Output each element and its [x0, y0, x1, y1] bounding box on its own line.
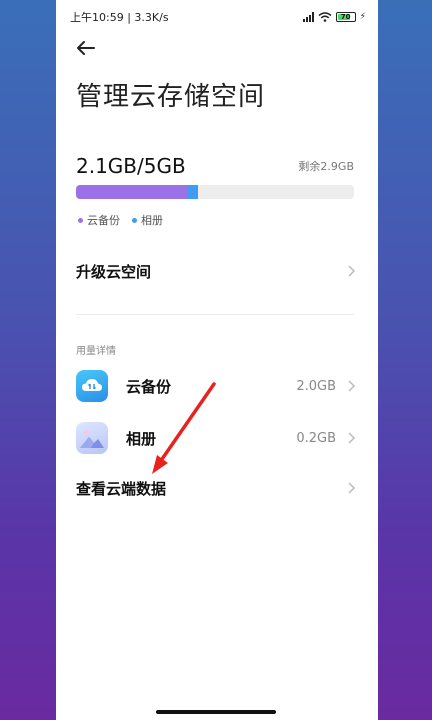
upgrade-label: 升级云空间 — [76, 262, 152, 281]
item-name-cloud-backup: 云备份 — [126, 377, 172, 396]
cloud-backup-icon — [76, 370, 108, 402]
legend-label-album: 相册 — [141, 214, 163, 227]
item-name-album: 相册 — [126, 429, 157, 448]
divider — [76, 314, 354, 315]
storage-remaining: 剩余2.9GB — [298, 160, 354, 173]
signal-icon — [302, 12, 314, 22]
view-cloud-data-label: 查看云端数据 — [76, 479, 167, 498]
item-size-album: 0.2GB — [296, 430, 336, 446]
status-right: 70 ⚡ — [302, 12, 366, 22]
battery-icon: 70 — [335, 12, 356, 22]
status-left: 上午10:59 | 3.3K/s — [70, 9, 169, 25]
chevron-right-icon — [348, 432, 356, 444]
chevron-right-icon — [348, 265, 356, 277]
storage-bar-album-segment — [187, 185, 199, 199]
status-bar: 上午10:59 | 3.3K/s 70 ⚡ — [56, 0, 378, 34]
charging-icon: ⚡ — [359, 12, 366, 22]
storage-bar-backup-segment — [76, 185, 188, 199]
wifi-icon — [318, 12, 332, 22]
storage-progress-bar — [76, 185, 354, 199]
section-label-usage-details: 用量详情 — [76, 346, 116, 357]
battery-level: 70 — [340, 13, 351, 21]
storage-legend: 云备份 相册 — [78, 212, 163, 228]
back-button[interactable] — [74, 36, 98, 60]
album-icon — [76, 422, 108, 454]
legend-dot-album — [132, 217, 137, 223]
chevron-right-icon — [348, 482, 356, 494]
chevron-right-icon — [348, 380, 356, 392]
list-item-cloud-backup[interactable]: 云备份 2.0GB — [76, 368, 356, 404]
legend-item-backup: 云备份 — [78, 212, 120, 228]
view-cloud-data-button[interactable]: 查看云端数据 — [76, 474, 356, 502]
network-speed: 3.3K/s — [134, 11, 169, 24]
home-indicator — [156, 710, 276, 714]
legend-item-album: 相册 — [132, 212, 163, 228]
phone-screen: 上午10:59 | 3.3K/s 70 ⚡ 管理云存储空间 2.1GB/5GB … — [56, 0, 378, 720]
legend-dot-backup — [78, 217, 83, 223]
page-title: 管理云存储空间 — [76, 82, 266, 112]
item-size-cloud-backup: 2.0GB — [296, 378, 336, 394]
upgrade-cloud-space-button[interactable]: 升级云空间 — [76, 256, 356, 286]
storage-usage: 2.1GB/5GB — [76, 154, 186, 178]
list-item-album[interactable]: 相册 0.2GB — [76, 420, 356, 456]
status-time: 上午10:59 — [70, 11, 124, 24]
legend-label-backup: 云备份 — [87, 214, 120, 227]
